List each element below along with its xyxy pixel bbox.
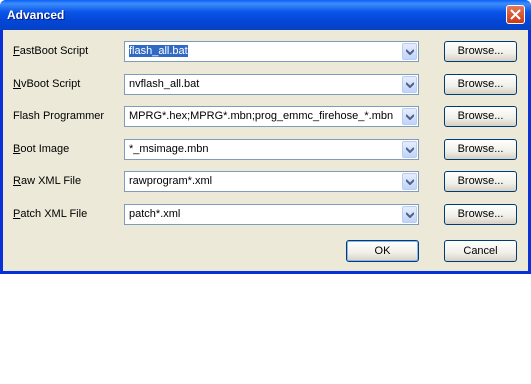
raw-xml-combo[interactable]: rawprogram*.xml — [124, 171, 419, 192]
flash-programmer-browse-button[interactable]: Browse... — [444, 106, 517, 127]
boot-image-label: Boot Image — [13, 143, 70, 155]
fastboot-script-value[interactable]: flash_all.bat — [129, 45, 188, 57]
chevron-down-icon — [406, 179, 414, 185]
flash-programmer-combo[interactable]: MPRG*.hex;MPRG*.mbn;prog_emmc_firehose_*… — [124, 106, 419, 127]
nvboot-script-combo[interactable]: nvflash_all.bat — [124, 74, 419, 95]
chevron-down-icon — [406, 147, 414, 153]
chevron-down-icon — [406, 82, 414, 88]
chevron-down-icon — [406, 114, 414, 120]
ok-button[interactable]: OK — [346, 240, 419, 262]
raw-xml-browse-button[interactable]: Browse... — [444, 171, 517, 192]
dropdown-arrow-button[interactable] — [402, 76, 417, 93]
patch-xml-combo[interactable]: patch*.xml — [124, 204, 419, 225]
patch-xml-row: Patch XML File patch*.xml Browse... — [3, 204, 528, 226]
fastboot-script-label: FastBoot Script — [13, 45, 89, 57]
dialog-title: Advanced — [7, 8, 65, 22]
boot-image-row: Boot Image *_msimage.mbn Browse... — [3, 139, 528, 161]
close-button[interactable] — [506, 5, 525, 24]
fastboot-script-row: FastBoot Script flash_all.bat Browse... — [3, 41, 528, 63]
flash-programmer-row: Flash Programmer MPRG*.hex;MPRG*.mbn;pro… — [3, 106, 528, 128]
boot-image-browse-button[interactable]: Browse... — [444, 139, 517, 160]
patch-xml-browse-button[interactable]: Browse... — [444, 204, 517, 225]
boot-image-value[interactable]: *_msimage.mbn — [129, 143, 208, 155]
raw-xml-label: Raw XML File — [13, 175, 82, 187]
nvboot-script-label: NvBoot Script — [13, 78, 81, 90]
flash-programmer-value[interactable]: MPRG*.hex;MPRG*.mbn;prog_emmc_firehose_*… — [129, 110, 393, 122]
dropdown-arrow-button[interactable] — [402, 43, 417, 60]
nvboot-script-value[interactable]: nvflash_all.bat — [129, 78, 199, 90]
dropdown-arrow-button[interactable] — [402, 108, 417, 125]
flash-programmer-label: Flash Programmer — [13, 110, 105, 122]
patch-xml-value[interactable]: patch*.xml — [129, 208, 180, 220]
nvboot-script-row: NvBoot Script nvflash_all.bat Browse... — [3, 74, 528, 96]
fastboot-script-combo[interactable]: flash_all.bat — [124, 41, 419, 62]
chevron-down-icon — [406, 212, 414, 218]
nvboot-browse-button[interactable]: Browse... — [444, 74, 517, 95]
fastboot-browse-button[interactable]: Browse... — [444, 41, 517, 62]
advanced-dialog: Advanced FastBoot Script flash_all.bat B… — [0, 0, 531, 274]
dropdown-arrow-button[interactable] — [402, 173, 417, 190]
raw-xml-row: Raw XML File rawprogram*.xml Browse... — [3, 171, 528, 193]
boot-image-combo[interactable]: *_msimage.mbn — [124, 139, 419, 160]
dropdown-arrow-button[interactable] — [402, 141, 417, 158]
dialog-body: FastBoot Script flash_all.bat Browse... … — [3, 30, 528, 271]
chevron-down-icon — [406, 49, 414, 55]
title-bar[interactable]: Advanced — [0, 0, 531, 30]
cancel-button[interactable]: Cancel — [444, 240, 517, 262]
dropdown-arrow-button[interactable] — [402, 206, 417, 223]
close-icon — [510, 9, 521, 20]
patch-xml-label: Patch XML File — [13, 208, 88, 220]
raw-xml-value[interactable]: rawprogram*.xml — [129, 175, 212, 187]
